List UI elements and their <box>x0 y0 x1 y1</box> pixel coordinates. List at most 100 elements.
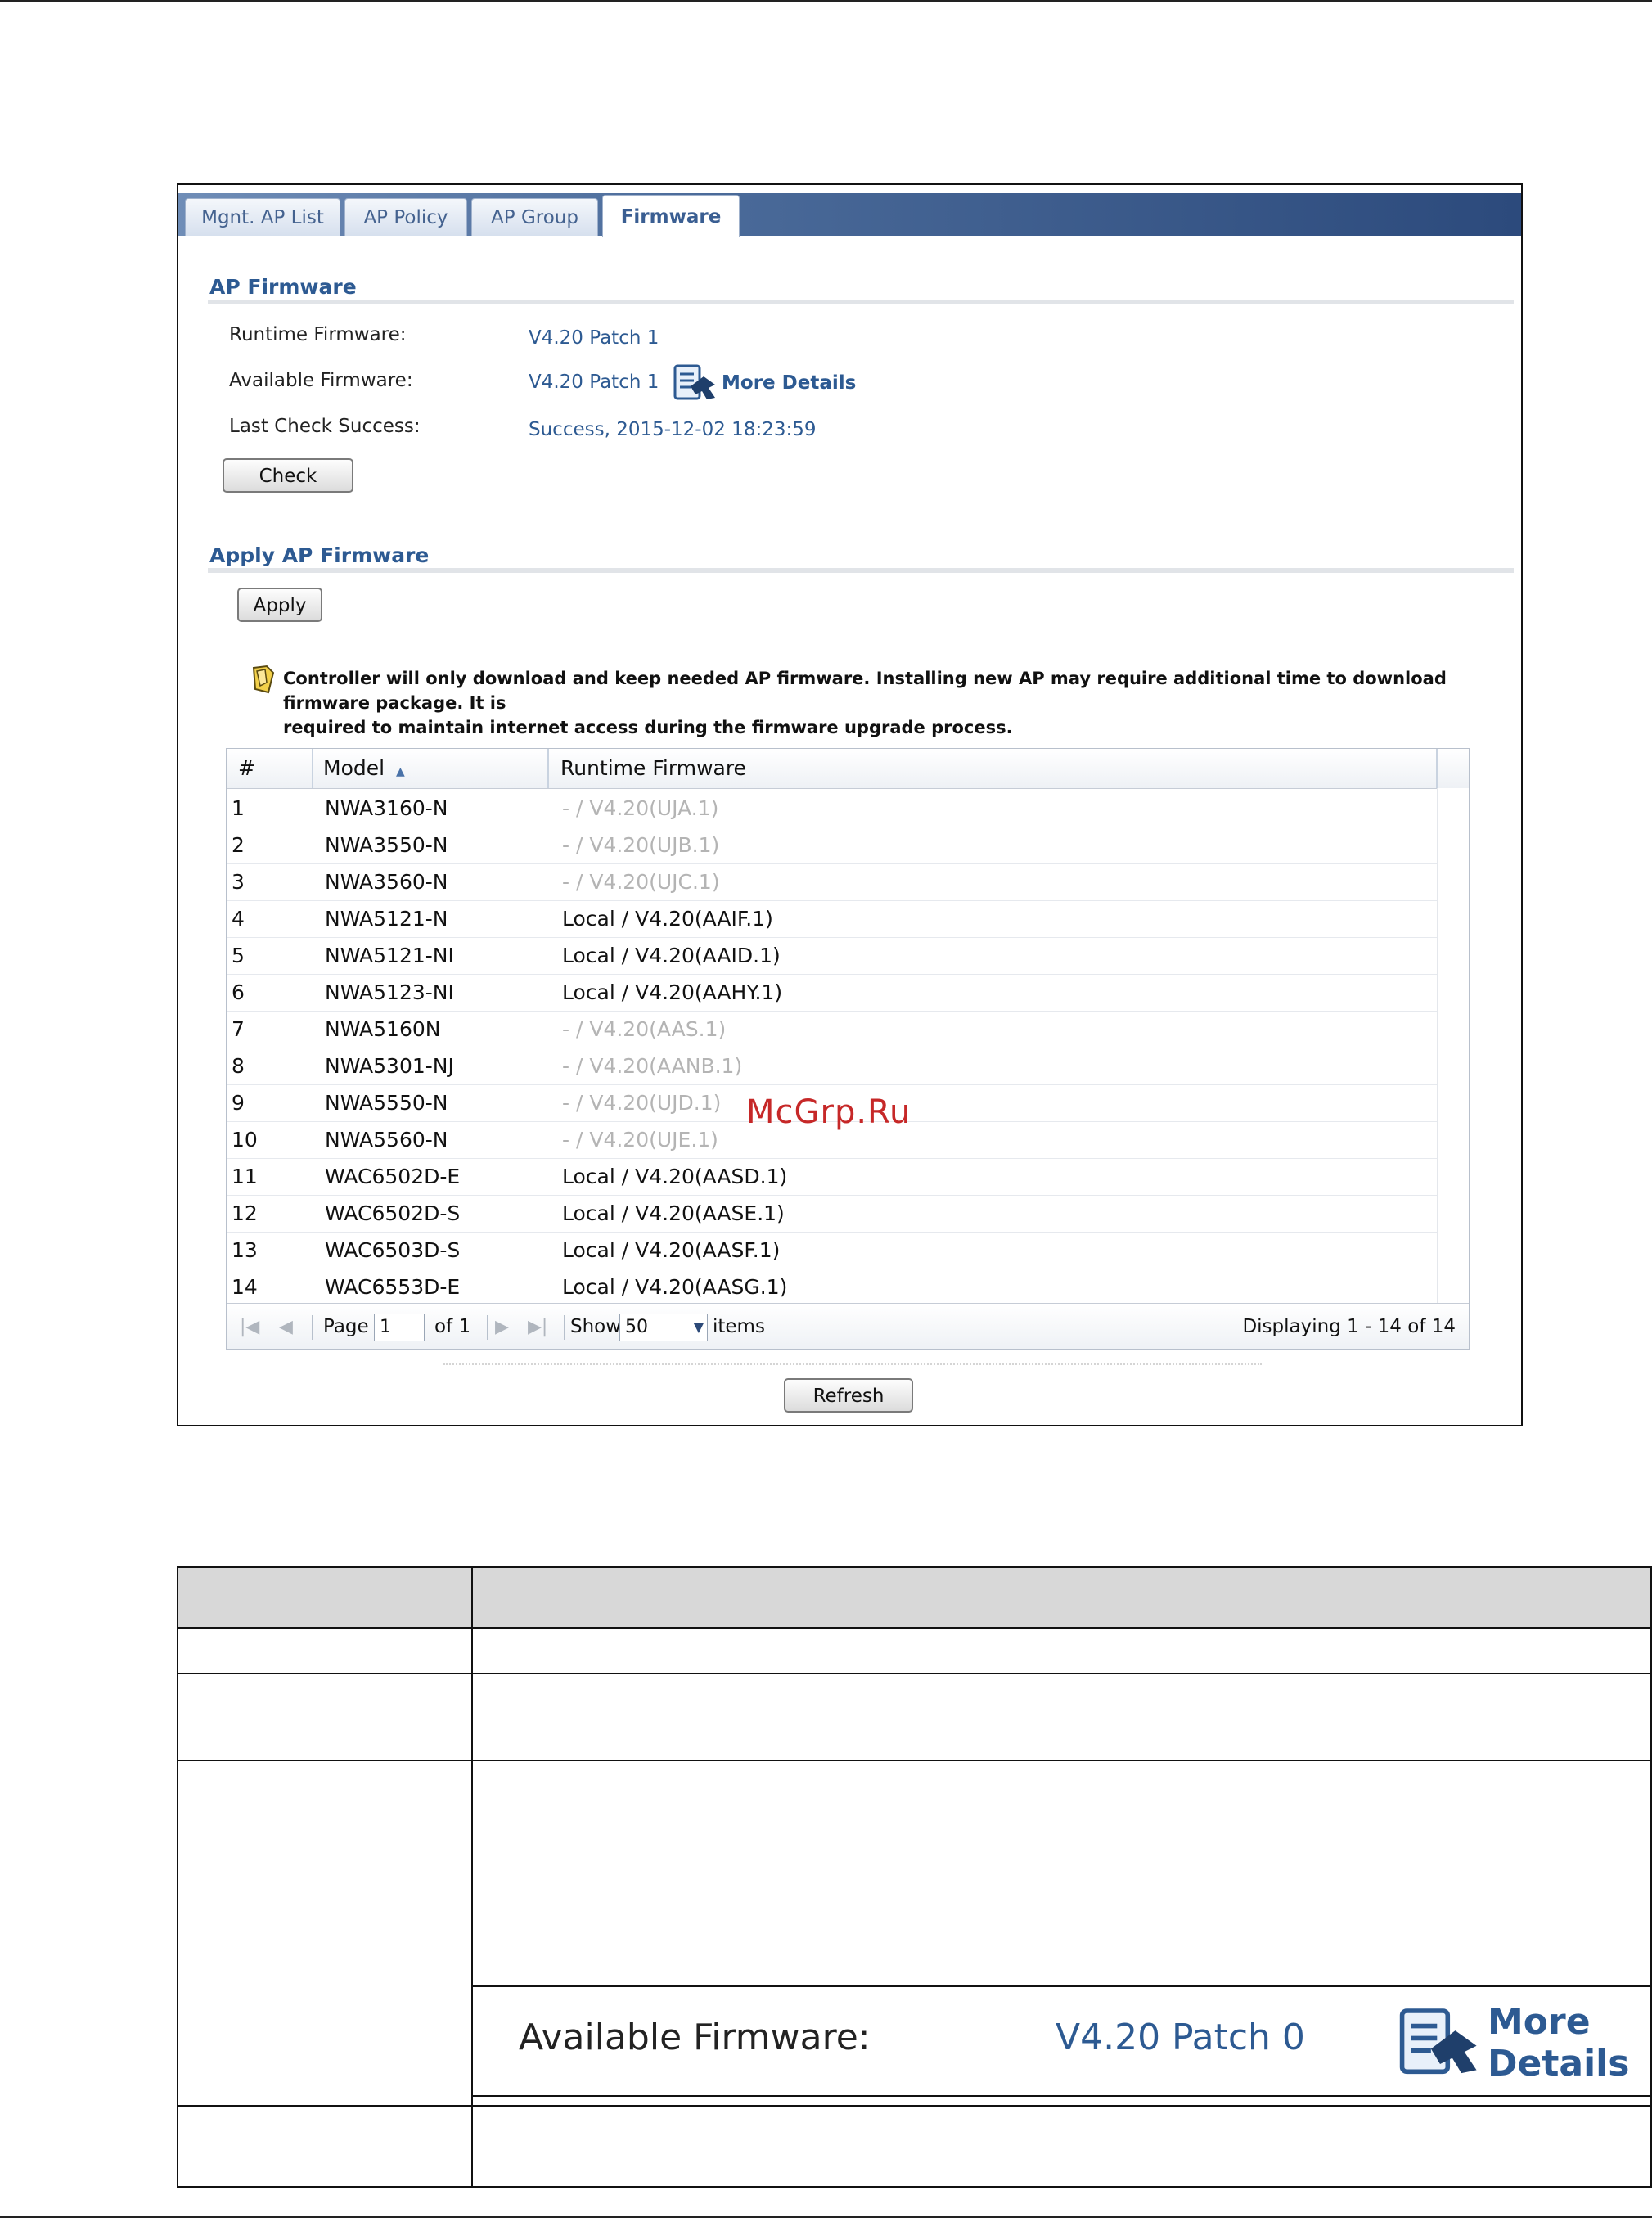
row-model: NWA3160-N <box>325 796 448 820</box>
row-runtime-firmware: - / V4.20(UJD.1) <box>562 1091 722 1115</box>
row-model: WAC6502D-E <box>325 1165 461 1188</box>
row-number: 3 <box>232 870 245 894</box>
apply-button[interactable]: Apply <box>237 588 322 622</box>
firmware-screen: Mgnt. AP List AP Policy AP Group Firmwar… <box>177 183 1523 1426</box>
tab-mgnt-ap-list[interactable]: Mgnt. AP List <box>185 198 340 236</box>
release-notes-icon <box>1398 2003 1483 2082</box>
row-number: 6 <box>232 980 245 1004</box>
column-runtime-firmware[interactable]: Runtime Firmware <box>560 749 746 788</box>
inset-available-value: V4.20 Patch 0 <box>1056 2017 1305 2058</box>
dotted-divider <box>443 1363 1262 1365</box>
refresh-button[interactable]: Refresh <box>784 1378 913 1413</box>
row-divider <box>178 2105 1650 2107</box>
tab-ap-group[interactable]: AP Group <box>471 198 598 236</box>
available-firmware-value: V4.20 Patch 1 <box>529 372 659 393</box>
check-button[interactable]: Check <box>223 458 353 493</box>
tab-firmware[interactable]: Firmware <box>602 195 740 237</box>
table-row[interactable]: 2 NWA3550-N - / V4.20(UJB.1) <box>227 827 1438 864</box>
first-page-icon[interactable]: |◀ <box>240 1304 259 1349</box>
grid-header: # Model ▲ Runtime Firmware <box>227 749 1469 789</box>
table-row[interactable]: 6 NWA5123-NI Local / V4.20(AAHY.1) <box>227 974 1438 1012</box>
row-model: WAC6553D-E <box>325 1275 461 1299</box>
tab-bar: Mgnt. AP List AP Policy AP Group Firmwar… <box>178 193 1521 237</box>
row-model: NWA5550-N <box>325 1091 448 1115</box>
row-number: 10 <box>232 1128 258 1152</box>
row-number: 13 <box>232 1238 258 1262</box>
table-row[interactable]: 1 NWA3160-N - / V4.20(UJA.1) <box>227 790 1438 827</box>
row-runtime-firmware: - / V4.20(UJA.1) <box>562 796 719 820</box>
row-model: WAC6502D-S <box>325 1201 461 1225</box>
row-runtime-firmware: Local / V4.20(AASF.1) <box>562 1238 781 1262</box>
apply-firmware-title: Apply AP Firmware <box>209 543 430 567</box>
grid-pager: |◀ ◀ Page 1 of 1 ▶ ▶| Show 50 ▼ items Di… <box>227 1303 1469 1349</box>
table-row[interactable]: 4 NWA5121-N Local / V4.20(AAIF.1) <box>227 900 1438 938</box>
row-runtime-firmware: Local / V4.20(AAIF.1) <box>562 907 773 931</box>
row-number: 4 <box>232 907 245 931</box>
more-details-link[interactable]: More Details <box>673 363 856 403</box>
row-model: WAC6503D-S <box>325 1238 461 1262</box>
row-model: NWA3550-N <box>325 833 448 857</box>
runtime-firmware-value: V4.20 Patch 1 <box>529 327 659 349</box>
column-number[interactable]: # <box>238 749 255 788</box>
pager-divider <box>312 1315 313 1340</box>
note-line-1: Controller will only download and keep n… <box>283 669 1447 713</box>
row-model: NWA5301-NJ <box>325 1054 454 1078</box>
inset-more-details-label: More Details <box>1488 2001 1630 2085</box>
page-size-select[interactable]: 50 ▼ <box>619 1314 708 1341</box>
available-firmware-inset: Available Firmware: V4.20 Patch 0 More D… <box>473 1985 1650 2097</box>
page-bottom-rule <box>0 2216 1652 2218</box>
row-runtime-firmware: Local / V4.20(AASE.1) <box>562 1201 785 1225</box>
table-row[interactable]: 5 NWA5121-NI Local / V4.20(AAID.1) <box>227 937 1438 975</box>
column-separator <box>1436 749 1438 788</box>
table-row[interactable]: 11 WAC6502D-E Local / V4.20(AASD.1) <box>227 1158 1438 1196</box>
row-runtime-firmware: - / V4.20(UJE.1) <box>562 1128 718 1152</box>
inset-more-details: More Details <box>1398 2001 1650 2085</box>
row-model: NWA5123-NI <box>325 980 454 1004</box>
grid-scrollbar[interactable] <box>1437 788 1469 1303</box>
page-size-value: 50 <box>625 1317 648 1337</box>
page-top-rule <box>0 0 1652 2</box>
row-number: 2 <box>232 833 245 857</box>
row-runtime-firmware: - / V4.20(UJB.1) <box>562 833 720 857</box>
column-separator <box>547 749 549 788</box>
row-runtime-firmware: Local / V4.20(AAHY.1) <box>562 980 783 1004</box>
page-number-input[interactable]: 1 <box>374 1314 425 1341</box>
inset-available-label: Available Firmware: <box>519 2017 871 2058</box>
row-runtime-firmware: - / V4.20(AANB.1) <box>562 1054 743 1078</box>
sort-ascending-icon: ▲ <box>396 765 405 778</box>
table-header <box>178 1568 1650 1629</box>
row-model: NWA5560-N <box>325 1128 448 1152</box>
row-runtime-firmware: - / V4.20(AAS.1) <box>562 1017 727 1041</box>
firmware-grid: # Model ▲ Runtime Firmware 1 NWA3160-N - /… <box>226 748 1470 1350</box>
row-number: 12 <box>232 1201 258 1225</box>
table-row[interactable]: 3 NWA3560-N - / V4.20(UJC.1) <box>227 863 1438 901</box>
table-row[interactable]: 14 WAC6553D-E Local / V4.20(AASG.1) <box>227 1269 1438 1306</box>
table-row[interactable]: 13 WAC6503D-S Local / V4.20(AASF.1) <box>227 1232 1438 1269</box>
row-runtime-firmware: Local / V4.20(AASD.1) <box>562 1165 788 1188</box>
row-model: NWA5160N <box>325 1017 441 1041</box>
previous-page-icon[interactable]: ◀ <box>279 1304 293 1349</box>
row-number: 5 <box>232 944 245 967</box>
row-runtime-firmware: Local / V4.20(AAID.1) <box>562 944 781 967</box>
next-page-icon[interactable]: ▶ <box>495 1304 509 1349</box>
page-label: Page <box>323 1316 369 1337</box>
last-page-icon[interactable]: ▶| <box>528 1304 547 1349</box>
chevron-down-icon[interactable]: ▼ <box>694 1314 704 1341</box>
tab-ap-policy[interactable]: AP Policy <box>344 198 467 236</box>
pager-divider <box>487 1315 488 1340</box>
more-details-label: More Details <box>722 372 857 394</box>
table-row[interactable]: 7 NWA5160N - / V4.20(AAS.1) <box>227 1011 1438 1048</box>
watermark: McGrp.Ru <box>746 1093 912 1131</box>
last-check-value: Success, 2015-12-02 18:23:59 <box>529 419 817 440</box>
table-row[interactable]: 8 NWA5301-NJ - / V4.20(AANB.1) <box>227 1048 1438 1085</box>
row-runtime-firmware: - / V4.20(UJC.1) <box>562 870 720 894</box>
last-check-label: Last Check Success: <box>229 416 421 437</box>
row-runtime-firmware: Local / V4.20(AASG.1) <box>562 1275 788 1299</box>
row-number: 7 <box>232 1017 245 1041</box>
row-model: NWA3560-N <box>325 870 448 894</box>
table-row[interactable]: 12 WAC6502D-S Local / V4.20(AASE.1) <box>227 1195 1438 1233</box>
ap-firmware-title: AP Firmware <box>209 275 357 299</box>
row-number: 11 <box>232 1165 258 1188</box>
displaying-label: Displaying 1 - 14 of 14 <box>1242 1316 1456 1337</box>
column-model[interactable]: Model ▲ <box>323 749 405 788</box>
